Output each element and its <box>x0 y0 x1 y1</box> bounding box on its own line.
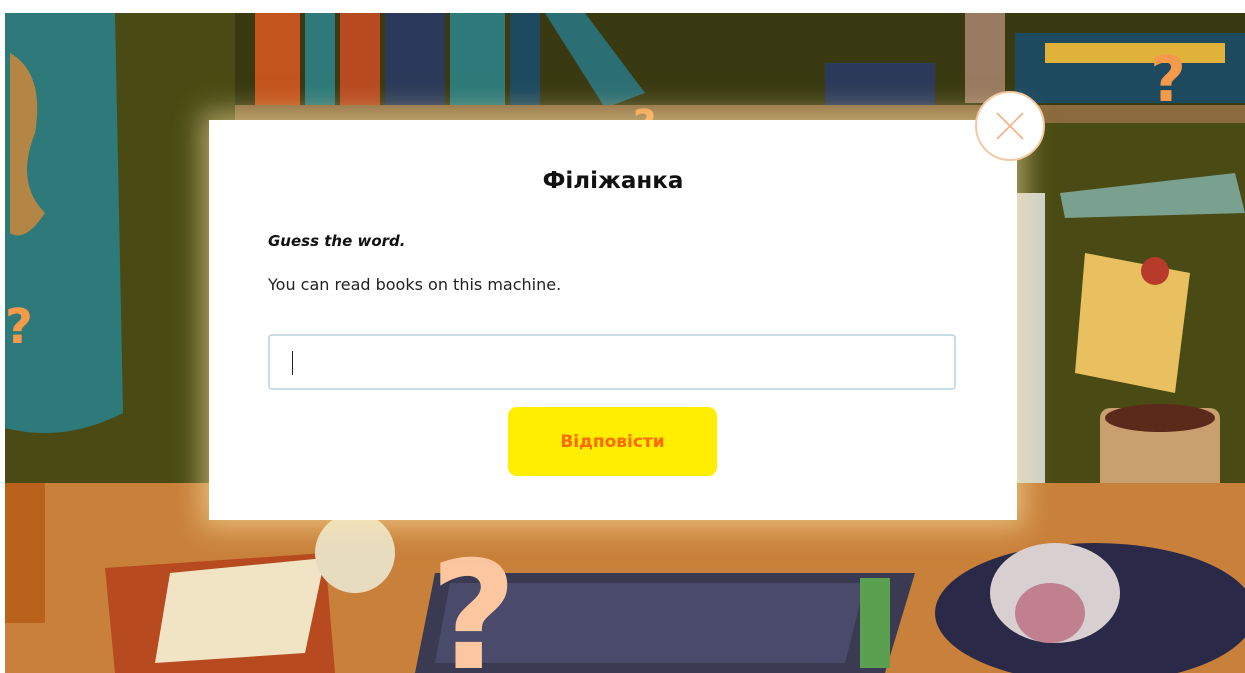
text-caret <box>292 351 293 375</box>
svg-text:?: ? <box>5 299 33 355</box>
svg-text:?: ? <box>1150 43 1186 116</box>
close-dialog-button[interactable] <box>975 91 1045 161</box>
svg-text:?: ? <box>430 530 517 673</box>
dialog-title: Філіжанка <box>542 168 684 194</box>
close-icon <box>996 112 1024 140</box>
instruction-text: Guess the word. <box>268 232 406 250</box>
word-guess-dialog: Філіжанка Guess the word. You can read b… <box>209 120 1017 520</box>
answer-input[interactable] <box>268 334 956 390</box>
submit-answer-button[interactable]: Відповісти <box>508 407 717 476</box>
question-text: You can read books on this machine. <box>268 275 562 294</box>
